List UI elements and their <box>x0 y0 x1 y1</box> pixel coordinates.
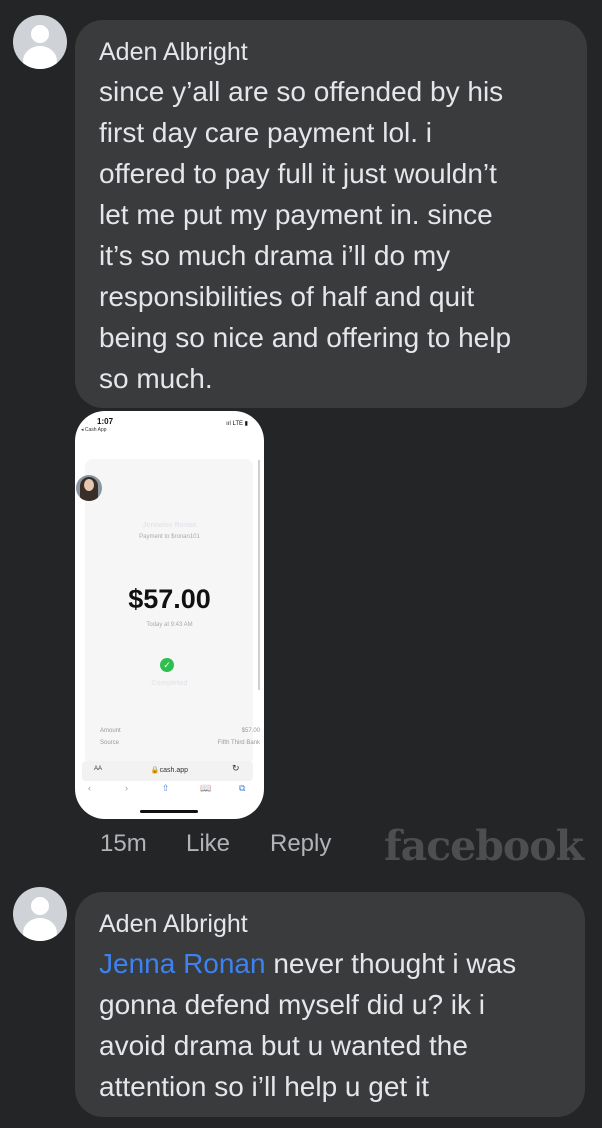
forward-icon: › <box>125 783 128 793</box>
row-value: Fifth Third Bank <box>217 740 260 746</box>
mention-link[interactable]: Jenna Ronan <box>99 948 266 979</box>
comment-line: let me put my payment in. since <box>99 199 493 230</box>
commenter-avatar[interactable] <box>13 887 67 941</box>
like-button[interactable]: Like <box>186 830 230 858</box>
row-value: $57.00 <box>241 728 260 734</box>
comment-line: responsibilities of half and quit <box>99 281 475 312</box>
phone-status-time: 1:07 <box>97 417 114 426</box>
comment-line: Jenna Ronan never thought i was <box>99 943 563 984</box>
recipient-name: Jennalee Ronan <box>142 522 197 529</box>
comment-text: since y’all are so offended by his first… <box>99 71 565 399</box>
avatar-body-shape <box>23 46 57 69</box>
comment-line: it’s so much drama i’ll do my <box>99 240 451 271</box>
check-icon: ✓ <box>160 658 174 672</box>
comment-bubble: Aden Albright Jenna Ronan never thought … <box>75 892 585 1117</box>
payment-time: Today at 9:43 AM <box>146 622 193 628</box>
comment-text: Jenna Ronan never thought i was gonna de… <box>99 943 563 1107</box>
comment-line: first day care payment lol. i <box>99 117 433 148</box>
comment-line: avoid drama but u wanted the <box>99 1030 468 1061</box>
attached-image[interactable]: 1:07 ◂ Cash App ııl LTE ▮ <box>75 411 264 819</box>
avatar-head-shape <box>31 897 49 915</box>
phone-scrollbar <box>258 460 260 690</box>
facebook-watermark: facebook <box>384 822 584 870</box>
reply-button[interactable]: Reply <box>270 830 331 858</box>
comment-bubble: Aden Albright since y’all are so offende… <box>75 20 587 408</box>
comment-line: so much. <box>99 363 213 394</box>
comment-line: offered to pay full it just wouldn’t <box>99 158 497 189</box>
payment-status: Completed <box>151 680 188 687</box>
reload-icon: ↻ <box>232 763 240 773</box>
comment-author[interactable]: Aden Albright <box>99 910 563 939</box>
payment-amount: $57.00 <box>128 584 211 614</box>
recipient-avatar <box>76 475 102 501</box>
avatar-body-shape <box>23 918 57 941</box>
comment-line-rest: never thought i was <box>265 948 517 979</box>
share-icon: ⇧ <box>162 783 170 793</box>
comment-line: being so nice and offering to help <box>99 322 512 353</box>
row-label: Amount <box>100 728 121 734</box>
avatar-head-shape <box>31 25 49 43</box>
comment-line: gonna defend myself did u? ik i <box>99 989 486 1020</box>
home-indicator <box>140 810 198 813</box>
tabs-icon: ⧉ <box>239 783 246 793</box>
back-icon: ‹ <box>88 783 91 793</box>
avatar-face-shape <box>84 479 94 491</box>
payment-subtitle: Payment to $ronan101 <box>139 534 200 540</box>
commenter-avatar[interactable] <box>13 15 67 69</box>
comment-author[interactable]: Aden Albright <box>99 38 565 67</box>
comment-line: attention so i’ll help u get it <box>99 1071 429 1102</box>
row-label: Source <box>100 740 120 746</box>
bookmarks-icon: 📖 <box>200 783 212 793</box>
phone-signal-icon: ııl LTE ▮ <box>226 421 248 427</box>
comment-timestamp[interactable]: 15m <box>100 830 147 858</box>
phone-back-app: ◂ Cash App <box>81 427 107 433</box>
comment-line: since y’all are so offended by his <box>99 76 504 107</box>
